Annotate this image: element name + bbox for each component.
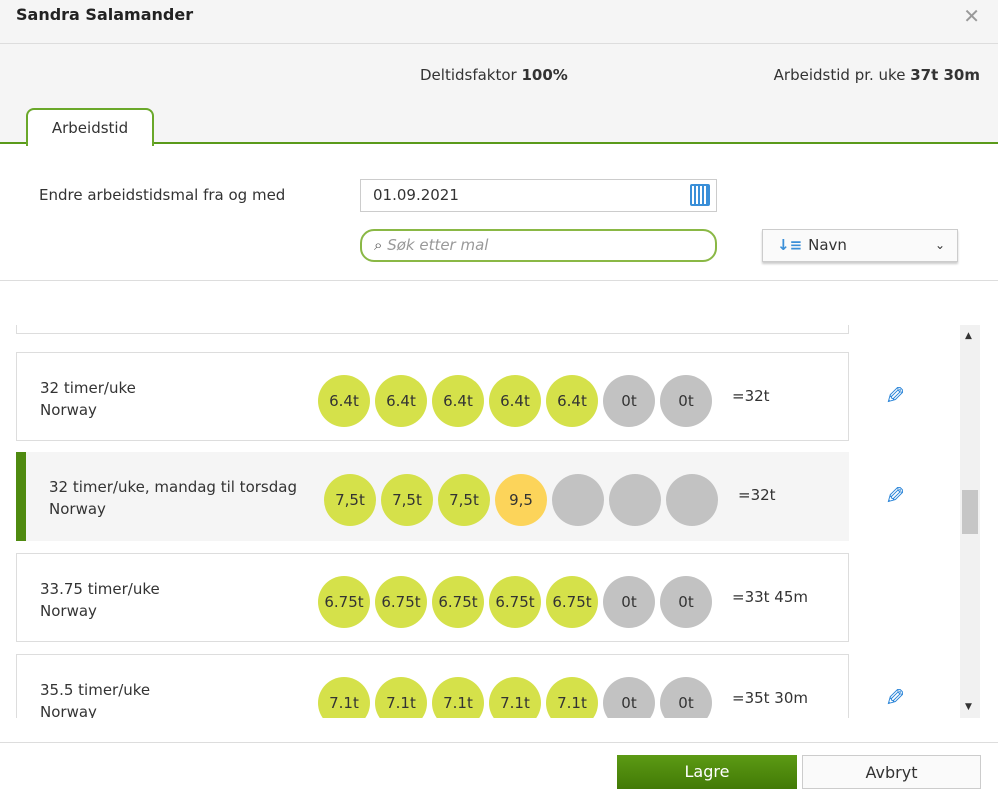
day-hours: 6.75t (318, 576, 370, 628)
info-band: Deltidsfaktor 100% Arbeidstid pr. uke 37… (0, 44, 998, 146)
template-title: 32 timer/uke, mandag til torsdag (49, 478, 297, 496)
scrollbar-thumb[interactable] (962, 490, 978, 534)
day-hours: 6.4t (546, 375, 598, 427)
day-hours: 6.4t (489, 375, 541, 427)
template-country: Norway (40, 703, 97, 718)
day-hours: 6.75t (432, 576, 484, 628)
close-icon[interactable]: ✕ (963, 4, 980, 28)
template-country: Norway (49, 500, 106, 518)
dialog-title: Sandra Salamander (16, 5, 194, 24)
day-hours (609, 474, 661, 526)
dialog-header: Sandra Salamander ✕ (0, 0, 998, 44)
day-hours (666, 474, 718, 526)
template-country: Norway (40, 401, 97, 419)
template-list: 32 timer/uke Norway 6.4t 6.4t 6.4t 6.4t 6.4t 0t… (0, 325, 960, 718)
sort-value: Navn (808, 236, 847, 254)
scrollbar[interactable]: ▲ ▼ (960, 325, 980, 718)
day-hours: 7.1t (432, 677, 484, 718)
template-total: =33t 45m (732, 588, 809, 606)
edit-pencil-icon[interactable]: ✎ (885, 482, 905, 510)
date-value: 01.09.2021 (373, 186, 459, 204)
edit-pencil-icon[interactable]: ✎ (885, 684, 905, 712)
calendar-icon[interactable] (690, 184, 710, 206)
day-hours: 7,5t (381, 474, 433, 526)
weekly-hours: Arbeidstid pr. uke 37t 30m (774, 66, 980, 84)
day-hours: 0t (603, 677, 655, 718)
day-hours: 0t (603, 576, 655, 628)
template-total: =35t 30m (732, 689, 809, 707)
search-placeholder: Søk etter mal (387, 236, 489, 254)
day-hours: 6.4t (432, 375, 484, 427)
template-row[interactable]: 33.75 timer/uke Norway 6.75t 6.75t 6.75t 6.75… (16, 553, 849, 642)
template-row[interactable]: 32 timer/uke Norway 6.4t 6.4t 6.4t 6.4t 6.4t 0t… (16, 352, 849, 441)
hours-value: 37t 30m (910, 66, 980, 84)
day-hours: 6.75t (375, 576, 427, 628)
chevron-down-icon: ⌄ (934, 238, 945, 252)
factor-value: 100% (521, 66, 568, 84)
template-title: 33.75 timer/uke (40, 580, 160, 598)
day-hours: 0t (660, 677, 712, 718)
divider (0, 280, 998, 281)
day-hours: 7,5t (324, 474, 376, 526)
template-name: 32 timer/uke Norway (40, 377, 136, 421)
template-title: 32 timer/uke (40, 379, 136, 397)
tab-arbeidstid[interactable]: Arbeidstid (26, 108, 154, 146)
template-row-partial[interactable] (16, 325, 849, 334)
day-hours (552, 474, 604, 526)
day-hours: 6.75t (546, 576, 598, 628)
day-hours: 0t (603, 375, 655, 427)
scroll-up-icon[interactable]: ▲ (965, 331, 972, 341)
day-hours: 7.1t (375, 677, 427, 718)
day-hours: 6.4t (318, 375, 370, 427)
template-total: =32t (738, 486, 776, 504)
edit-pencil-icon[interactable]: ✎ (885, 382, 905, 410)
day-hours: 6.75t (489, 576, 541, 628)
day-hours: 7,5t (438, 474, 490, 526)
template-title: 35.5 timer/uke (40, 681, 151, 699)
date-input[interactable]: 01.09.2021 (360, 179, 717, 212)
day-hours: 9,5 (495, 474, 547, 526)
day-hours: 0t (660, 576, 712, 628)
template-row[interactable]: 35.5 timer/uke Norway 7.1t 7.1t 7.1t 7.1t 7.1t… (16, 654, 849, 718)
day-hours: 7.1t (546, 677, 598, 718)
day-hours: 0t (660, 375, 712, 427)
template-name: 33.75 timer/uke Norway (40, 578, 160, 622)
sort-select[interactable]: ↓≡ Navn ⌄ (762, 229, 958, 262)
day-hours: 7.1t (318, 677, 370, 718)
search-input[interactable]: ⌕ Søk etter mal (360, 229, 717, 262)
template-total: =32t (732, 387, 770, 405)
factor-label: Deltidsfaktor (420, 66, 517, 84)
template-row[interactable]: 32 timer/uke, mandag til torsdag Norway 7,… (16, 452, 849, 541)
day-hours: 7.1t (489, 677, 541, 718)
footer-divider (0, 742, 998, 743)
part-time-factor: Deltidsfaktor 100% (420, 66, 568, 84)
day-hours: 6.4t (375, 375, 427, 427)
scroll-down-icon[interactable]: ▼ (965, 702, 972, 712)
date-label: Endre arbeidstidsmal fra og med (39, 186, 286, 204)
hours-label: Arbeidstid pr. uke (773, 66, 906, 84)
template-country: Norway (40, 602, 97, 620)
template-name: 32 timer/uke, mandag til torsdag Norway (49, 476, 297, 520)
sort-icon: ↓≡ (777, 236, 803, 254)
search-icon: ⌕ (374, 236, 383, 254)
template-name: 35.5 timer/uke Norway (40, 679, 150, 718)
